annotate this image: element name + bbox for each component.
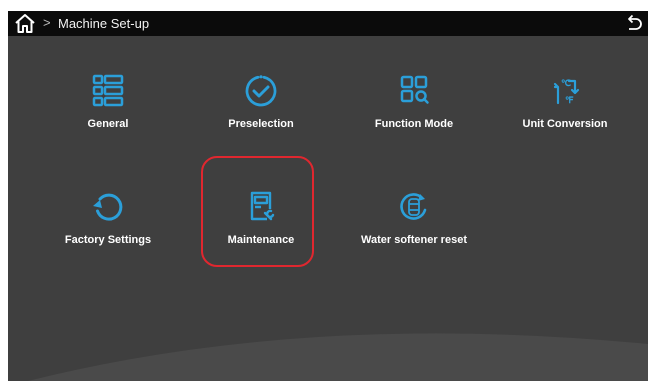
menu-item-label: Unit Conversion bbox=[522, 118, 608, 130]
menu-item-function-mode[interactable]: Function Mode bbox=[344, 73, 484, 143]
return-arrow-icon[interactable] bbox=[624, 14, 644, 33]
menu-item-factory-settings[interactable]: Factory Settings bbox=[38, 189, 178, 259]
menu-item-preselection[interactable]: Preselection bbox=[191, 73, 331, 143]
reset-arrow-icon bbox=[93, 193, 123, 221]
home-icon[interactable] bbox=[14, 13, 36, 34]
grid-search-icon bbox=[400, 75, 429, 104]
list-grid-icon bbox=[92, 74, 124, 107]
menu-item-label: Preselection bbox=[228, 118, 294, 130]
svg-text:℉: ℉ bbox=[565, 95, 574, 105]
svg-text:℃: ℃ bbox=[561, 78, 571, 88]
menu-item-unit-conversion[interactable]: ℃ ℉ Unit Conversion bbox=[495, 73, 635, 143]
water-softener-reset-icon bbox=[400, 193, 427, 220]
check-circle-icon bbox=[245, 75, 277, 107]
page-title: Machine Set-up bbox=[58, 16, 150, 31]
machine-setup-screen: > Machine Set-up General Preselection Fu… bbox=[8, 11, 648, 381]
menu-item-label: General bbox=[87, 118, 129, 130]
menu-item-label: Factory Settings bbox=[64, 234, 152, 246]
menu-item-label: Function Mode bbox=[374, 118, 454, 130]
menu-item-general[interactable]: General bbox=[38, 73, 178, 143]
breadcrumb-separator: > bbox=[43, 15, 51, 30]
menu-item-water-softener-reset[interactable]: Water softener reset bbox=[344, 189, 484, 259]
temperature-unit-swap-icon: ℃ ℉ bbox=[553, 78, 580, 105]
selection-highlight bbox=[201, 156, 314, 267]
menu-item-label: Water softener reset bbox=[361, 234, 467, 246]
top-bar: > Machine Set-up bbox=[8, 11, 648, 36]
